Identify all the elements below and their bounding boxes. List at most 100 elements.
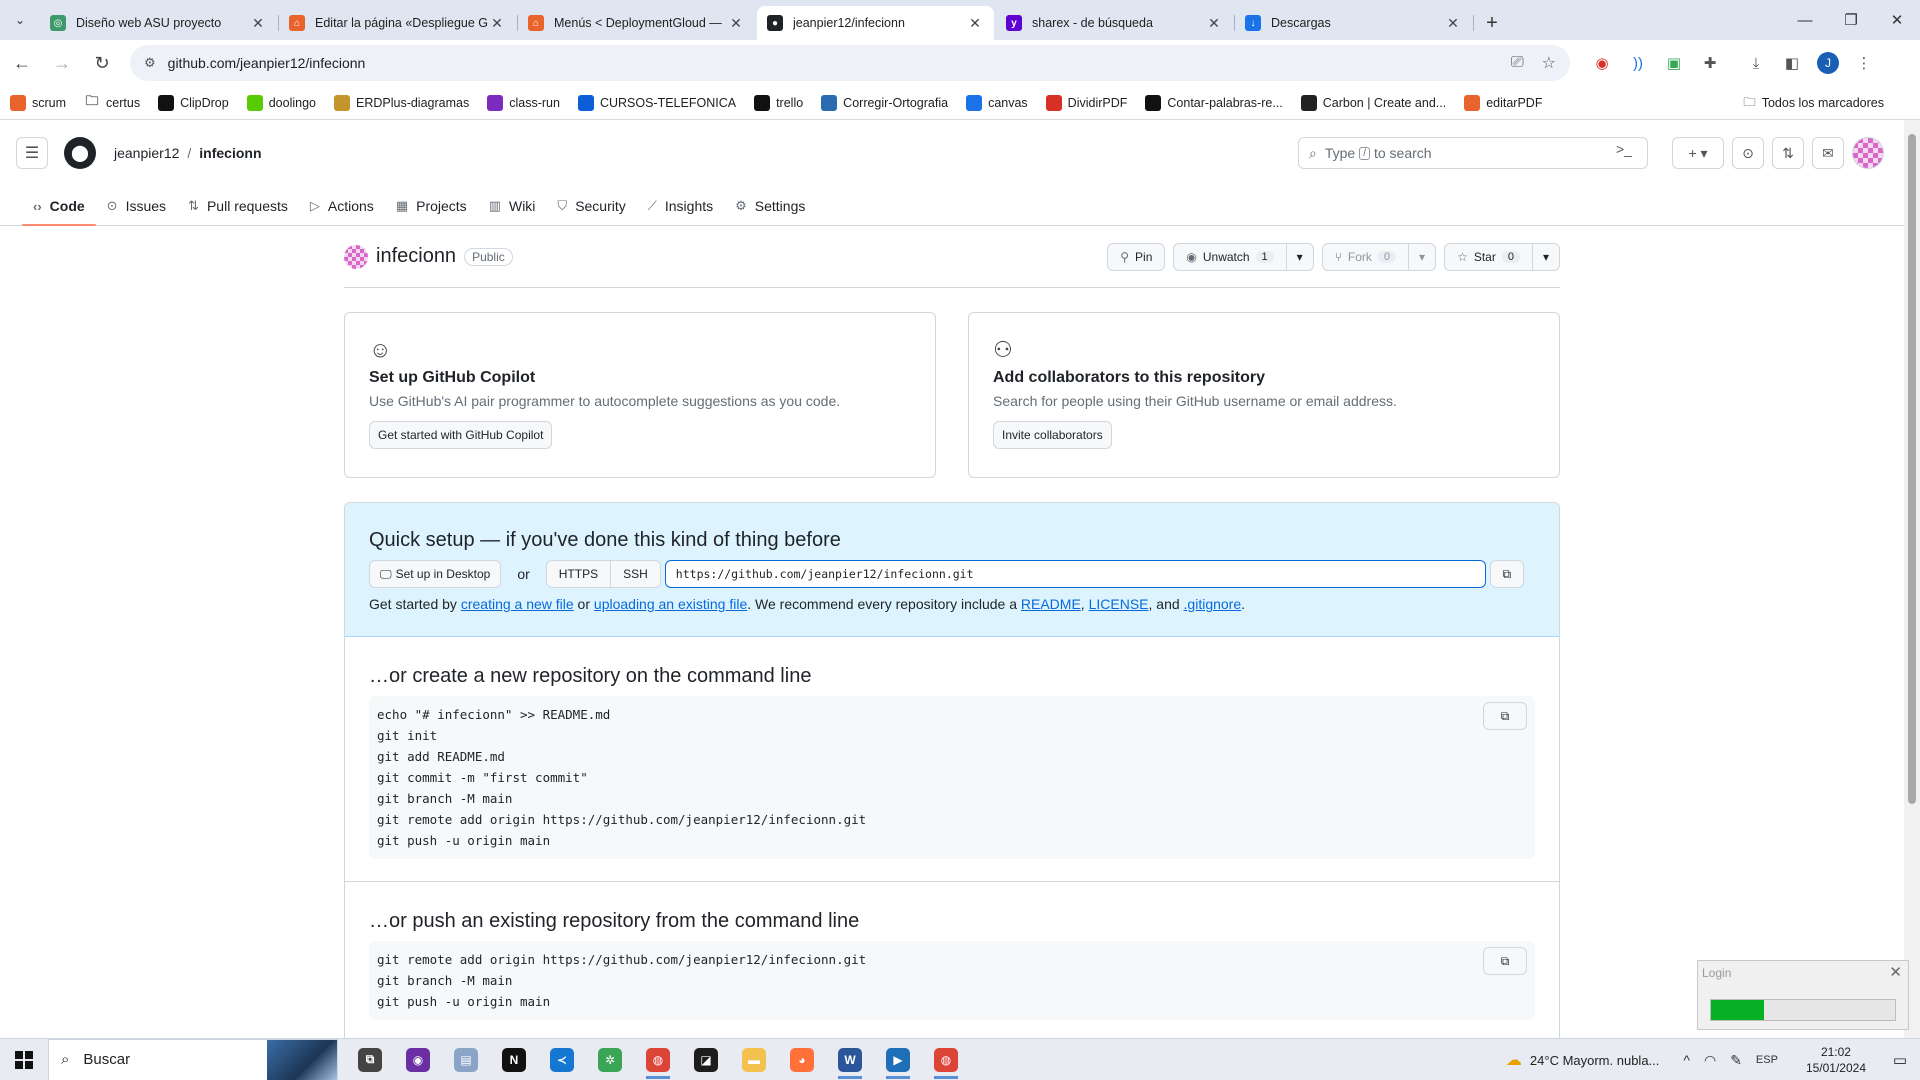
tab-code[interactable]: ‹› Code	[22, 186, 96, 226]
github-logo-icon[interactable]: ⬤	[64, 137, 96, 169]
pen-icon[interactable]: ✎	[1730, 1052, 1742, 1069]
browser-tab[interactable]: ↓ Descargas ✕	[1235, 6, 1474, 40]
tab-close-icon[interactable]: ✕	[249, 15, 267, 32]
all-bookmarks-folder[interactable]: 🗀 Todos los marcadores	[1743, 86, 1884, 120]
bookmark-item[interactable]: CURSOS-TELEFONICA	[577, 94, 736, 111]
browser-tab[interactable]: ⌂ Menús < DeploymentGloud — ✕	[518, 6, 755, 40]
command-palette-icon[interactable]: >_	[1616, 141, 1632, 157]
breadcrumb-repo[interactable]: infecionn	[199, 145, 261, 161]
ssh-toggle[interactable]: SSH	[610, 561, 660, 587]
chrome-2-taskbar-button[interactable]: ◍	[922, 1039, 970, 1080]
clock[interactable]: 21:02 15/01/2024	[1806, 1044, 1866, 1076]
app-green-taskbar-button[interactable]: ✲	[586, 1039, 634, 1080]
bookmark-star-icon[interactable]: ☆	[1542, 53, 1556, 73]
task-view-taskbar-button[interactable]: ⧉	[346, 1039, 394, 1080]
address-bar[interactable]: ⚙ github.com/jeanpier12/infecionn ⎚ ☆	[130, 45, 1570, 81]
wifi-icon[interactable]: ◠	[1704, 1052, 1716, 1069]
firefox-taskbar-button[interactable]: ◕	[778, 1039, 826, 1080]
copy-clone-url-icon[interactable]: ⧉	[1489, 560, 1524, 588]
extensions-puzzle-icon[interactable]: ✚	[1692, 45, 1728, 81]
language-indicator[interactable]: ESP	[1756, 1054, 1778, 1066]
browser-tab[interactable]: ⌂ Editar la página «Despliegue Gi ✕	[279, 6, 518, 40]
bookmark-item[interactable]: class-run	[487, 94, 560, 111]
windows-start-icon[interactable]	[0, 1039, 48, 1080]
repo-owner-avatar[interactable]	[344, 244, 368, 269]
copy-push-commands-icon[interactable]: ⧉	[1483, 947, 1527, 975]
app-black-taskbar-button[interactable]: ◪	[682, 1039, 730, 1080]
reload-icon[interactable]: ↻	[84, 45, 120, 81]
close-window-icon[interactable]: ✕	[1874, 0, 1920, 40]
watch-dropdown-chevron-icon[interactable]: ▾	[1285, 243, 1313, 270]
tab-close-icon[interactable]: ✕	[966, 15, 984, 32]
profile-avatar[interactable]: J	[1817, 52, 1839, 74]
browser-tab[interactable]: ● jeanpier12/infecionn ✕	[757, 6, 994, 40]
pull-requests-icon[interactable]: ⇅	[1772, 137, 1804, 169]
tab-issues[interactable]: ⊙ Issues	[96, 186, 177, 226]
site-info-icon[interactable]: ⚙	[144, 55, 156, 71]
browser-menu-icon[interactable]: ⋮	[1846, 45, 1882, 81]
fork-dropdown-chevron-icon[interactable]: ▾	[1408, 243, 1435, 270]
fork-button[interactable]: ⑂ Fork 0 ▾	[1321, 242, 1437, 271]
chrome-taskbar-button[interactable]: ◍	[634, 1039, 682, 1080]
bookmark-item[interactable]: Contar-palabras-re...	[1145, 94, 1283, 111]
tab-pull-requests[interactable]: ⇅ Pull requests	[177, 186, 299, 226]
tray-chevron-icon[interactable]: ^	[1683, 1052, 1690, 1068]
tab-close-icon[interactable]: ✕	[727, 15, 745, 32]
star-dropdown-chevron-icon[interactable]: ▾	[1531, 243, 1559, 270]
minimize-icon[interactable]: —	[1782, 0, 1828, 40]
bookmark-item[interactable]: Carbon | Create and...	[1300, 94, 1446, 111]
tab-close-icon[interactable]: ✕	[1205, 15, 1223, 32]
tab-search-chevron-icon[interactable]: ⌄	[0, 0, 40, 40]
explorer-taskbar-button[interactable]: ▬	[730, 1039, 778, 1080]
scrollbar-thumb[interactable]	[1908, 134, 1916, 804]
issues-icon[interactable]: ⊙	[1732, 137, 1764, 169]
tab-actions[interactable]: ▷ Actions	[299, 186, 385, 226]
star-button[interactable]: ☆ Star 0 ▾	[1444, 242, 1560, 271]
bookmark-item[interactable]: Corregir-Ortografia	[821, 94, 948, 111]
taskbar-search-input[interactable]: ⌕ Buscar	[48, 1038, 338, 1080]
bookmark-item[interactable]: doolingo	[246, 94, 316, 111]
bookmark-item[interactable]: trello	[754, 94, 803, 111]
new-tab-button[interactable]: +	[1474, 6, 1510, 40]
tab-projects[interactable]: ▦ Projects	[385, 186, 478, 226]
page-scrollbar[interactable]	[1904, 120, 1920, 1038]
app-blue-taskbar-button[interactable]: ▶	[874, 1039, 922, 1080]
create-new-button[interactable]: + ▾	[1672, 137, 1724, 169]
setup-in-desktop-button[interactable]: 🖵 Set up in Desktop	[369, 560, 502, 588]
tab-settings[interactable]: ⚙ Settings	[724, 186, 816, 226]
login-close-icon[interactable]: ✕	[1889, 963, 1902, 981]
restore-icon[interactable]: ❐	[1828, 0, 1874, 40]
bookmark-item[interactable]: 🗀 certus	[84, 93, 141, 111]
word-taskbar-button[interactable]: W	[826, 1039, 874, 1080]
inbox-icon[interactable]: ✉	[1812, 137, 1844, 169]
app-files-taskbar-button[interactable]: ▤	[442, 1039, 490, 1080]
back-icon[interactable]: ←	[4, 45, 40, 81]
tab-insights[interactable]: ⟋ Insights	[637, 186, 724, 226]
notifications-icon[interactable]: ▭	[1880, 1051, 1920, 1069]
pin-button[interactable]: ⚲ Pin	[1107, 242, 1166, 271]
browser-tab[interactable]: ◎ Diseño web ASU proyecto ✕	[40, 6, 279, 40]
license-link[interactable]: LICENSE	[1089, 596, 1149, 612]
invite-collaborators-button[interactable]: Invite collaborators	[993, 421, 1112, 449]
tab-wiki[interactable]: ▥ Wiki	[478, 186, 547, 226]
breadcrumb-owner[interactable]: jeanpier12	[114, 145, 179, 161]
hamburger-menu-icon[interactable]: ☰	[16, 137, 48, 169]
downloads-icon[interactable]: ⤓	[1738, 45, 1774, 81]
bookmark-item[interactable]: DividirPDF	[1045, 94, 1127, 111]
https-toggle[interactable]: HTTPS	[547, 561, 610, 587]
weather-widget[interactable]: ☁ 24°C Mayorm. nubla...	[1506, 1050, 1659, 1070]
unwatch-button[interactable]: ◉ Unwatch 1 ▾	[1173, 242, 1314, 271]
bookmark-item[interactable]: scrum	[10, 94, 66, 111]
create-new-file-link[interactable]: creating a new file	[461, 596, 574, 612]
extension-translate-icon[interactable]: ▣	[1656, 45, 1692, 81]
bookmark-item[interactable]: ClipDrop	[158, 94, 229, 111]
app-purple-taskbar-button[interactable]: ◉	[394, 1039, 442, 1080]
repo-name[interactable]: infecionn	[376, 245, 456, 268]
user-avatar[interactable]	[1852, 137, 1884, 169]
copilot-get-started-button[interactable]: Get started with GitHub Copilot	[369, 421, 553, 449]
gitignore-link[interactable]: .gitignore	[1184, 596, 1242, 612]
tab-security[interactable]: ⛉ Security	[546, 186, 636, 226]
bookmark-item[interactable]: canvas	[966, 94, 1028, 111]
address-url[interactable]: github.com/jeanpier12/infecionn	[168, 55, 1493, 71]
bookmark-item[interactable]: editarPDF	[1464, 94, 1542, 111]
